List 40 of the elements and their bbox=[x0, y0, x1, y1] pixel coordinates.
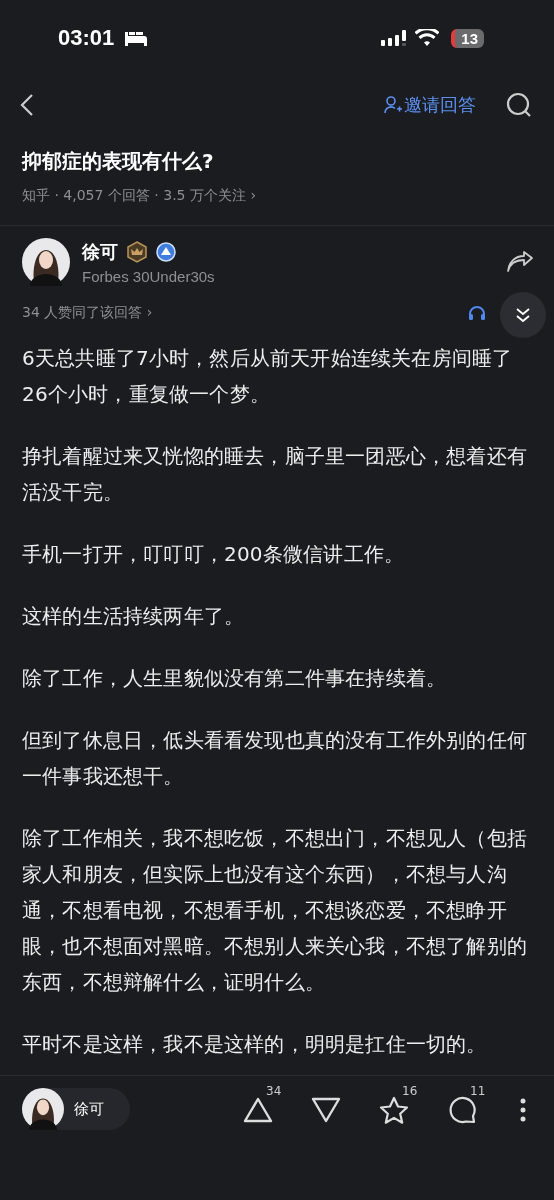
author-name: 徐可 bbox=[74, 1099, 104, 1119]
signal-icon bbox=[381, 29, 408, 47]
upvote-count-link[interactable]: 34 人赞同了该回答 › bbox=[22, 304, 153, 322]
author-name[interactable]: 徐可 bbox=[82, 239, 118, 264]
add-person-icon bbox=[384, 96, 402, 114]
answer-paragraph: 但到了休息日，低头看看发现也真的没有工作外别的任何一件事我还想干。 bbox=[22, 727, 528, 790]
invite-answer-button[interactable]: 邀请回答 bbox=[384, 93, 476, 117]
author-avatar bbox=[22, 1088, 64, 1130]
author-chip[interactable]: 徐可 bbox=[22, 1088, 130, 1130]
double-chevron-down-icon bbox=[515, 307, 531, 323]
answer-paragraph: 平时不是这样，我不是这样的，明明是扛住一切的。 bbox=[22, 1031, 488, 1058]
answer-paragraph: 挣扎着醒过来又恍惚的睡去，脑子里一团恶心，想着还有活没干完。 bbox=[22, 443, 528, 506]
answer-paragraph: 除了工作相关，我不想吃饭，不想出门，不想见人（包括家人和朋友，但实际上也没有这个东西），不想与人沟通，不想看电视，不想看手机，不想谈恋爱，不想睁开眼，也不想面对黑暗。不想别人来关心我，不想了解别的东西，不想辩解什么，证明什么。 bbox=[22, 825, 528, 996]
action-count: 16 bbox=[402, 1084, 418, 1098]
upvote-icon[interactable] bbox=[243, 1096, 273, 1124]
author-bio: Forbes 30Under30s bbox=[82, 267, 215, 285]
scroll-down-button[interactable] bbox=[500, 292, 546, 338]
verified-badge-icon bbox=[156, 241, 176, 262]
answer-paragraph: 手机一打开，叮叮叮，200条微信讲工作。 bbox=[22, 541, 406, 568]
more-icon[interactable] bbox=[520, 1098, 526, 1122]
bed-icon bbox=[124, 29, 149, 47]
question-title[interactable]: 抑郁症的表现有什么? bbox=[22, 148, 532, 175]
wifi-icon bbox=[415, 29, 440, 47]
answer-paragraph: 除了工作，人生里貌似没有第二件事在持续着。 bbox=[22, 665, 448, 692]
answer-paragraph: 这样的生活持续两年了。 bbox=[22, 603, 246, 630]
action-count: 11 bbox=[470, 1084, 486, 1098]
question-meta[interactable]: 知乎 · 4,057 个回答 · 3.5 万个关注 › bbox=[22, 187, 532, 205]
downvote-icon[interactable] bbox=[311, 1096, 341, 1124]
crown-badge-icon bbox=[126, 240, 148, 263]
back-icon[interactable] bbox=[20, 93, 34, 117]
comment-icon[interactable] bbox=[447, 1096, 477, 1124]
status-time: 03:01 bbox=[58, 25, 115, 51]
action-count: 34 bbox=[266, 1084, 282, 1098]
battery-indicator: 13 bbox=[451, 28, 484, 48]
headphones-icon[interactable] bbox=[468, 305, 486, 321]
star-icon[interactable] bbox=[379, 1096, 409, 1124]
author-avatar[interactable] bbox=[22, 238, 70, 286]
answer-paragraph: 6天总共睡了7小时，然后从前天开始连续关在房间睡了26个小时，重复做一个梦。 bbox=[22, 345, 514, 408]
search-icon[interactable] bbox=[506, 92, 532, 118]
share-icon[interactable] bbox=[506, 251, 534, 273]
